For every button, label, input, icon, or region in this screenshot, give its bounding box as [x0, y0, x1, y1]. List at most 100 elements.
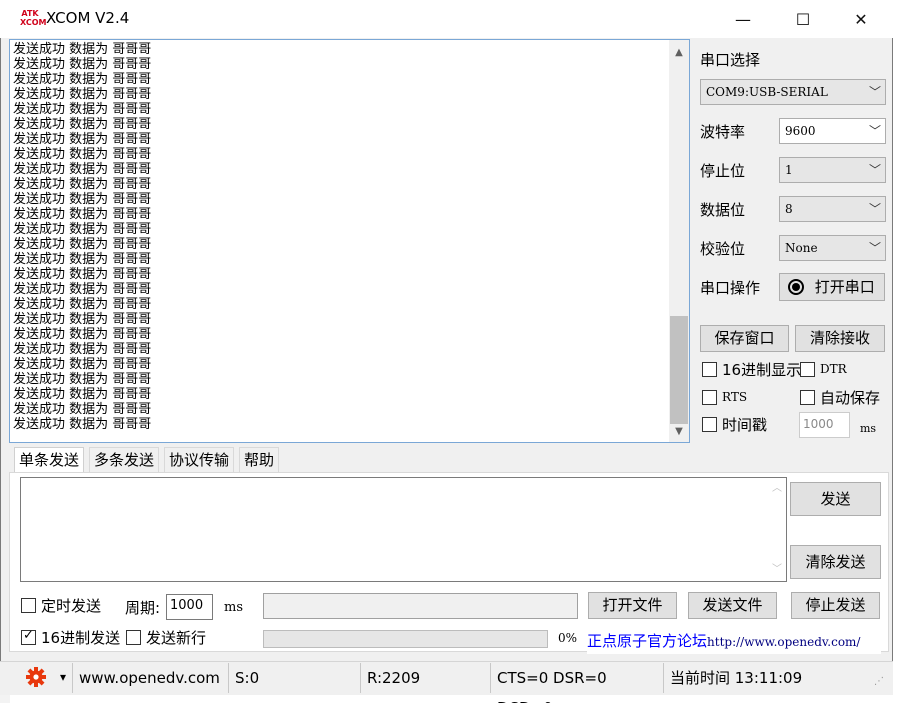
receive-line: 发送成功 数据为 哥哥哥 — [13, 327, 152, 342]
tab-single-send[interactable]: 单条发送 — [14, 447, 85, 473]
send-scrollbar[interactable]: ︿ ﹀ — [767, 478, 786, 581]
send-newline-label: 发送新行 — [146, 629, 207, 647]
receive-line: 发送成功 数据为 哥哥哥 — [13, 237, 152, 252]
forum-link[interactable]: 正点原子官方论坛http://www.openedv.com/ — [587, 630, 881, 654]
open-port-label: 打开串口 — [814, 278, 875, 296]
receive-line: 发送成功 数据为 哥哥哥 — [13, 387, 152, 402]
stop-send-button[interactable]: 停止发送 — [791, 592, 880, 619]
radio-dot-icon — [788, 279, 804, 295]
send-progress-bar — [263, 630, 548, 648]
parity-label: 校验位 — [700, 240, 746, 258]
receive-line: 发送成功 数据为 哥哥哥 — [13, 87, 152, 102]
baud-label: 波特率 — [700, 123, 746, 141]
baud-select[interactable]: 9600 ﹀ — [779, 118, 886, 144]
stop-bits-select[interactable]: 1 ﹀ — [779, 157, 886, 183]
hex-send-label: 16进制发送 — [41, 629, 121, 647]
scrollbar-thumb[interactable] — [670, 316, 688, 424]
timestamp-label: 时间戳 — [722, 416, 768, 434]
file-path-field[interactable] — [263, 593, 578, 619]
scroll-up-icon[interactable]: ▲ — [669, 44, 689, 61]
receive-line: 发送成功 数据为 哥哥哥 — [13, 357, 152, 372]
auto-save-checkbox[interactable] — [800, 390, 815, 405]
chevron-down-icon: ﹀ — [868, 241, 881, 255]
status-time: 当前时间 13:11:09 — [663, 663, 869, 693]
status-received-count: R:2209 — [360, 663, 490, 693]
menu-dropdown-icon[interactable]: ▾ — [60, 670, 66, 684]
window-title: XCOM V2.4 — [46, 9, 130, 27]
clear-receive-button[interactable]: 清除接收 — [795, 325, 885, 352]
app-logo-icon: ATK XCOM — [20, 9, 47, 29]
receive-area[interactable]: 发送成功 数据为 哥哥哥 发送成功 数据为 哥哥哥 发送成功 数据为 哥哥哥 发送成功… — [9, 39, 690, 443]
receive-scrollbar[interactable]: ▲ ▼ — [669, 40, 689, 442]
receive-line: 发送成功 数据为 哥哥哥 — [13, 177, 152, 192]
hex-display-checkbox[interactable] — [702, 362, 717, 377]
minimize-button[interactable]: — — [713, 0, 773, 38]
save-window-button[interactable]: 保存窗口 — [700, 325, 789, 352]
send-newline-checkbox[interactable] — [126, 630, 141, 645]
receive-line: 发送成功 数据为 哥哥哥 — [13, 207, 152, 222]
resize-grip-icon[interactable]: ⋰ — [874, 676, 884, 687]
timed-send-checkbox[interactable] — [21, 598, 36, 613]
clear-send-button[interactable]: 清除发送 — [790, 545, 881, 579]
receive-line: 发送成功 数据为 哥哥哥 — [13, 72, 152, 87]
forum-link-url: http://www.openedv.com/ — [707, 635, 861, 649]
scroll-down-icon[interactable]: ▼ — [669, 423, 689, 440]
open-file-button[interactable]: 打开文件 — [588, 592, 677, 619]
close-button[interactable]: ✕ — [831, 0, 891, 38]
receive-line: 发送成功 数据为 哥哥哥 — [13, 222, 152, 237]
receive-line: 发送成功 数据为 哥哥哥 — [13, 342, 152, 357]
receive-line: 发送成功 数据为 哥哥哥 — [13, 147, 152, 162]
send-button[interactable]: 发送 — [790, 482, 881, 516]
receive-line: 发送成功 数据为 哥哥哥 — [13, 42, 152, 57]
data-bits-select[interactable]: 8 ﹀ — [779, 196, 886, 222]
hex-send-checkbox[interactable] — [21, 628, 36, 645]
receive-line: 发送成功 数据为 哥哥哥 — [13, 312, 152, 327]
rts-checkbox[interactable] — [702, 390, 717, 405]
receive-line: 发送成功 数据为 哥哥哥 — [13, 267, 152, 282]
period-label: 周期: — [125, 599, 161, 617]
receive-line: 发送成功 数据为 哥哥哥 — [13, 102, 152, 117]
gear-icon[interactable] — [25, 666, 47, 688]
receive-line: 发送成功 数据为 哥哥哥 — [13, 282, 152, 297]
parity-select[interactable]: None ﹀ — [779, 235, 886, 261]
stop-bits-value: 1 — [785, 163, 793, 177]
timed-send-label: 定时发送 — [41, 597, 102, 615]
tab-help[interactable]: 帮助 — [239, 447, 280, 473]
rts-label: RTS — [722, 390, 748, 404]
status-sent-count: S:0 — [228, 663, 358, 693]
receive-line: 发送成功 数据为 哥哥哥 — [13, 132, 152, 147]
open-port-button[interactable]: 打开串口 — [779, 273, 885, 301]
progress-text: 0% — [558, 631, 578, 645]
receive-line: 发送成功 数据为 哥哥哥 — [13, 117, 152, 132]
receive-line: 发送成功 数据为 哥哥哥 — [13, 162, 152, 177]
receive-line: 发送成功 数据为 哥哥哥 — [13, 192, 152, 207]
maximize-button[interactable]: ☐ — [773, 0, 833, 38]
dtr-checkbox[interactable] — [800, 362, 815, 377]
dtr-label: DTR — [820, 362, 847, 376]
period-input[interactable]: 1000 — [166, 594, 213, 620]
baud-value: 9600 — [785, 124, 816, 138]
receive-line: 发送成功 数据为 哥哥哥 — [13, 402, 152, 417]
send-input[interactable]: ︿ ﹀ — [20, 477, 787, 582]
port-select[interactable]: COM9:USB-SERIAL ﹀ — [700, 79, 886, 105]
tab-multi-send[interactable]: 多条发送 — [89, 447, 160, 473]
period-unit: ms — [224, 600, 243, 615]
auto-save-label: 自动保存 — [820, 389, 881, 407]
parity-value: None — [785, 241, 818, 255]
scroll-down-icon[interactable]: ﹀ — [767, 561, 787, 578]
send-file-button[interactable]: 发送文件 — [688, 592, 777, 619]
receive-line: 发送成功 数据为 哥哥哥 — [13, 372, 152, 387]
tab-protocol[interactable]: 协议传输 — [164, 447, 235, 473]
receive-line: 发送成功 数据为 哥哥哥 — [13, 417, 152, 432]
scroll-up-icon[interactable]: ︿ — [767, 480, 787, 497]
receive-text: 发送成功 数据为 哥哥哥 发送成功 数据为 哥哥哥 发送成功 数据为 哥哥哥 发送成功… — [13, 42, 151, 432]
status-website[interactable]: www.openedv.com — [72, 663, 226, 693]
port-value: COM9:USB-SERIAL — [706, 85, 828, 99]
chevron-down-icon: ﹀ — [868, 124, 881, 138]
timestamp-input[interactable]: 1000 — [799, 412, 850, 438]
timestamp-unit: ms — [860, 422, 877, 435]
chevron-down-icon: ﹀ — [868, 85, 881, 99]
receive-line: 发送成功 数据为 哥哥哥 — [13, 252, 152, 267]
receive-line: 发送成功 数据为 哥哥哥 — [13, 297, 152, 312]
timestamp-checkbox[interactable] — [702, 417, 717, 432]
